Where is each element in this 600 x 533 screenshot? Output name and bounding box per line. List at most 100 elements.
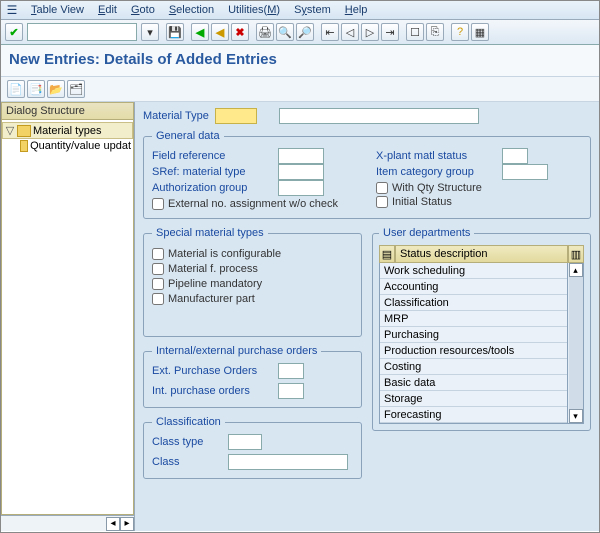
user-dep-cell: Purchasing	[384, 329, 439, 341]
lbl-ext-po: Ext. Purchase Orders	[152, 365, 272, 377]
lbl-item-category-group: Item category group	[376, 166, 496, 178]
exit-button[interactable]: ◀	[211, 23, 229, 41]
input-ext-po[interactable]	[278, 363, 304, 379]
group-classification: Classification Class type Class	[143, 416, 362, 479]
user-dep-header-row: ▤ Status description ▥	[379, 245, 584, 263]
standard-toolbar: ✔ ▾ 💾 ◀ ◀ ✖ 🖨 🔍 🔎 ⇤ ◁ ▷ ⇥ ☐ ⎘ ? ▦	[1, 20, 599, 45]
user-dep-row[interactable]: Storage	[380, 391, 567, 407]
user-dep-row[interactable]: Forecasting	[380, 407, 567, 423]
menu-table-view[interactable]: Table View	[25, 3, 90, 17]
last-page-button[interactable]: ⇥	[381, 23, 399, 41]
user-dep-cell: Accounting	[384, 281, 438, 293]
chk-pipeline-mandatory[interactable]	[152, 278, 164, 290]
group-general-data: General data Field reference SRef: mater…	[143, 130, 591, 219]
lbl-int-po: Int. purchase orders	[152, 385, 272, 397]
user-dep-config-icon[interactable]: ▥	[568, 245, 584, 263]
lbl-material-f-process: Material f. process	[168, 263, 258, 275]
lbl-initial-status: Initial Status	[392, 196, 452, 208]
new-session-button[interactable]: ☐	[406, 23, 424, 41]
lbl-manufacturer-part: Manufacturer part	[168, 293, 255, 305]
app-btn-3[interactable]: 📂	[47, 80, 65, 98]
input-sref-material-type[interactable]	[278, 164, 324, 180]
find-button[interactable]: 🔍	[276, 23, 294, 41]
lbl-material-configurable: Material is configurable	[168, 248, 281, 260]
next-page-button[interactable]: ▷	[361, 23, 379, 41]
user-dep-cell: Costing	[384, 361, 421, 373]
chk-external-no[interactable]	[152, 198, 164, 210]
page-title: New Entries: Details of Added Entries	[1, 45, 599, 77]
user-dep-cell: Classification	[384, 297, 449, 309]
dialog-structure-tree[interactable]: ▽ Material types Quantity/value updat	[1, 120, 134, 515]
layout-button[interactable]: ▦	[471, 23, 489, 41]
sidebar: Dialog Structure ▽ Material types Quanti…	[1, 102, 135, 531]
user-dep-row[interactable]: Production resources/tools	[380, 343, 567, 359]
chk-initial-status[interactable]	[376, 196, 388, 208]
sidebar-scroll: ◂ ▸	[1, 515, 134, 531]
user-dep-row[interactable]: Work scheduling	[380, 263, 567, 279]
menu-edit[interactable]: Edit	[92, 3, 123, 17]
user-dep-row[interactable]: MRP	[380, 311, 567, 327]
print-button[interactable]: 🖨	[256, 23, 274, 41]
scroll-right-button[interactable]: ▸	[120, 517, 134, 531]
input-int-po[interactable]	[278, 383, 304, 399]
material-type-key-input[interactable]	[215, 108, 257, 124]
menu-help[interactable]: Help	[339, 3, 374, 17]
collapse-icon[interactable]: ▽	[5, 124, 15, 137]
app-btn-4[interactable]: 🗂	[67, 80, 85, 98]
app-btn-2[interactable]: 📑	[27, 80, 45, 98]
lbl-sref-material-type: SRef: material type	[152, 166, 272, 178]
window-menu-icon[interactable]: ☰	[5, 3, 19, 17]
tree-item-qty-value[interactable]: Quantity/value updat	[2, 139, 133, 153]
scroll-down-button[interactable]: ▾	[569, 409, 583, 423]
user-dep-row[interactable]: Classification	[380, 295, 567, 311]
command-dropdown[interactable]: ▾	[141, 23, 159, 41]
input-authorization-group[interactable]	[278, 180, 324, 196]
user-dep-scrollbar[interactable]: ▴ ▾	[568, 263, 584, 424]
body: Dialog Structure ▽ Material types Quanti…	[1, 102, 599, 531]
input-item-category-group[interactable]	[502, 164, 548, 180]
user-dep-row[interactable]: Purchasing	[380, 327, 567, 343]
scroll-left-button[interactable]: ◂	[106, 517, 120, 531]
back-button[interactable]: ◀	[191, 23, 209, 41]
cancel-button[interactable]: ✖	[231, 23, 249, 41]
legend-user-departments: User departments	[379, 227, 474, 239]
chk-with-qty-structure[interactable]	[376, 182, 388, 194]
command-field[interactable]	[27, 23, 137, 41]
material-type-desc-input[interactable]	[279, 108, 479, 124]
enter-button[interactable]: ✔	[5, 23, 23, 41]
user-dep-col-header[interactable]: Status description	[395, 245, 568, 263]
find-next-button[interactable]: 🔎	[296, 23, 314, 41]
input-xplant-status[interactable]	[502, 148, 528, 164]
help-button[interactable]: ?	[451, 23, 469, 41]
menu-goto[interactable]: Goto	[125, 3, 161, 17]
group-internal-external-po: Internal/external purchase orders Ext. P…	[143, 345, 362, 408]
legend-classification: Classification	[152, 416, 225, 428]
lbl-external-no: External no. assignment w/o check	[168, 198, 338, 210]
prev-page-button[interactable]: ◁	[341, 23, 359, 41]
user-dep-cell: MRP	[384, 313, 408, 325]
chk-manufacturer-part[interactable]	[152, 293, 164, 305]
user-dep-row[interactable]: Costing	[380, 359, 567, 375]
user-dep-row[interactable]: Accounting	[380, 279, 567, 295]
app-btn-1[interactable]: 📄	[7, 80, 25, 98]
user-dep-select-all[interactable]: ▤	[379, 245, 395, 263]
chk-material-f-process[interactable]	[152, 263, 164, 275]
tree-item-material-types[interactable]: ▽ Material types	[2, 122, 133, 139]
menu-system[interactable]: System	[288, 3, 337, 17]
scroll-track[interactable]	[569, 277, 583, 409]
chk-material-configurable[interactable]	[152, 248, 164, 260]
first-page-button[interactable]: ⇤	[321, 23, 339, 41]
save-button[interactable]: 💾	[166, 23, 184, 41]
shortcut-button[interactable]: ⎘	[426, 23, 444, 41]
lbl-authorization-group: Authorization group	[152, 182, 272, 194]
input-class-type[interactable]	[228, 434, 262, 450]
user-dep-row[interactable]: Basic data	[380, 375, 567, 391]
menu-utilities[interactable]: Utilities(M)	[222, 3, 286, 17]
legend-special-material-types: Special material types	[152, 227, 268, 239]
input-field-reference[interactable]	[278, 148, 324, 164]
scroll-up-button[interactable]: ▴	[569, 263, 583, 277]
input-class[interactable]	[228, 454, 348, 470]
lbl-with-qty-structure: With Qty Structure	[392, 182, 482, 194]
user-dep-list[interactable]: Work scheduling Accounting Classificatio…	[379, 263, 568, 424]
menu-selection[interactable]: Selection	[163, 3, 220, 17]
